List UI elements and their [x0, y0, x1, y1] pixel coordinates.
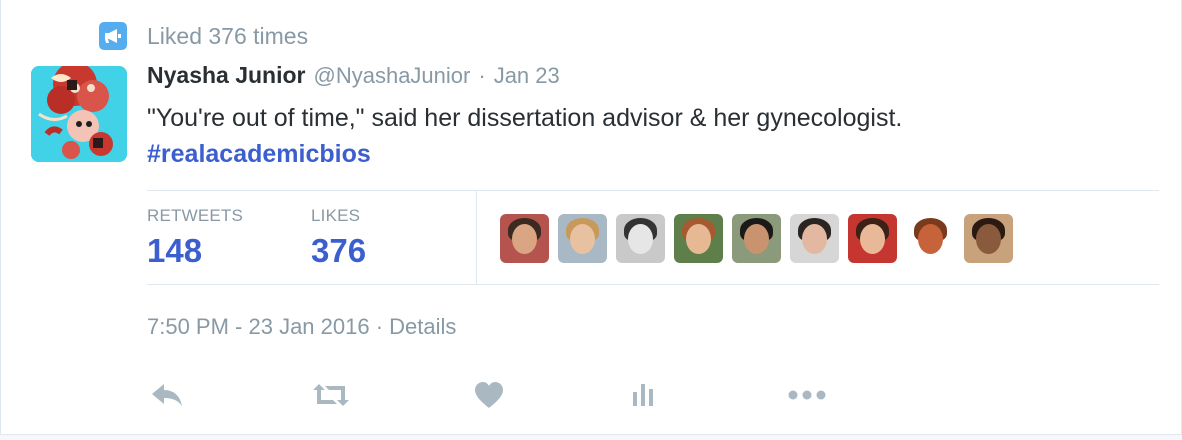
header-separator: ·	[478, 63, 486, 88]
liker-avatar-5[interactable]	[732, 214, 781, 263]
like-button[interactable]	[469, 378, 509, 412]
likes-label: LIKES	[311, 206, 361, 225]
retweets-stat[interactable]: RETWEETS 148	[147, 206, 243, 270]
likes-count: 376	[311, 232, 367, 269]
liker-avatar-6[interactable]	[790, 214, 839, 263]
likes-stat[interactable]: LIKES 376	[311, 206, 366, 270]
retweets-count: 148	[147, 232, 203, 269]
retweets-label: RETWEETS	[147, 206, 244, 225]
likers-avatars	[500, 214, 1022, 263]
more-button[interactable]	[787, 378, 827, 412]
hashtag-link[interactable]: #realacademicbios	[147, 136, 371, 172]
more-icon	[788, 390, 826, 400]
liker-avatar-4[interactable]	[674, 214, 723, 263]
liked-count-text[interactable]: Liked 376 times	[147, 23, 308, 50]
liker-avatar-2[interactable]	[558, 214, 607, 263]
retweet-icon	[313, 384, 349, 406]
tweet-text: "You're out of time," said her dissertat…	[147, 104, 903, 132]
stats-divider	[476, 191, 477, 284]
tweet-date[interactable]: Jan 23	[494, 63, 560, 89]
megaphone-icon	[99, 22, 127, 50]
liker-avatar-3[interactable]	[616, 214, 665, 263]
reply-icon	[152, 384, 182, 406]
author-avatar[interactable]	[31, 66, 127, 162]
details-link[interactable]: Details	[389, 314, 456, 339]
timestamp-time[interactable]: 7:50 PM - 23 Jan 2016	[147, 314, 370, 339]
analytics-button[interactable]	[623, 378, 663, 412]
social-context: Liked 376 times	[99, 20, 308, 52]
tweet-card: Liked 376 times Nyasha Junior @NyashaJun…	[0, 0, 1182, 440]
liker-avatar-9[interactable]	[964, 214, 1013, 263]
heart-icon	[475, 382, 503, 408]
card-bottom-border	[0, 434, 1182, 440]
liker-avatar-7[interactable]	[848, 214, 897, 263]
retweet-button[interactable]	[311, 378, 351, 412]
author-handle[interactable]: @NyashaJunior	[314, 63, 471, 89]
tweet-header: Nyasha Junior @NyashaJunior · Jan 23	[147, 62, 560, 96]
author-name[interactable]: Nyasha Junior	[147, 62, 306, 89]
tweet-timestamp: 7:50 PM - 23 Jan 2016 · Details	[147, 314, 456, 340]
analytics-icon	[633, 384, 653, 406]
liker-avatar-1[interactable]	[500, 214, 549, 263]
divider	[147, 284, 1159, 285]
timestamp-separator: ·	[375, 314, 384, 339]
reply-button[interactable]	[147, 378, 187, 412]
liker-avatar-8[interactable]	[906, 214, 955, 263]
divider	[147, 190, 1159, 191]
